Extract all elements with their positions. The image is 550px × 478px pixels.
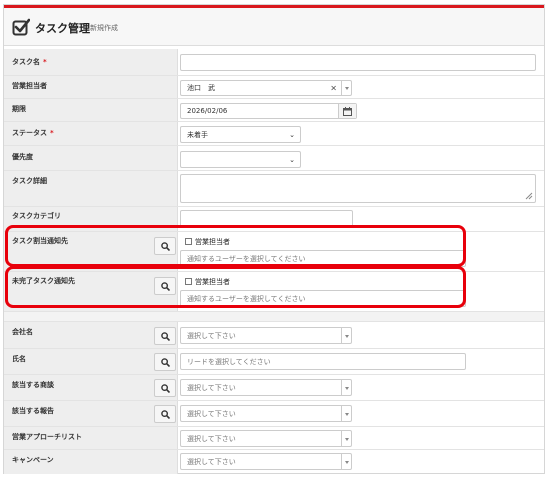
campaign-select[interactable]: 選択して下さい bbox=[180, 453, 352, 470]
page-header: タスク管理 新規作成 bbox=[4, 8, 544, 46]
company-label: 会社名 bbox=[12, 328, 33, 336]
required-mark: * bbox=[50, 129, 54, 137]
name-label: 氏名 bbox=[12, 355, 26, 363]
company-select[interactable]: 選択して下さい bbox=[180, 327, 352, 344]
row-deadline: 期限 2026/02/06 bbox=[4, 99, 544, 122]
report-label: 該当する報告 bbox=[12, 407, 54, 415]
row-company: 会社名 選択して下さい bbox=[4, 322, 544, 349]
page-subtitle: 新規作成 bbox=[90, 24, 118, 32]
task-detail-label: タスク詳細 bbox=[12, 177, 47, 185]
search-button[interactable] bbox=[154, 353, 176, 371]
highlight-box-incomplete-notify bbox=[5, 266, 466, 308]
dropdown-arrow-icon[interactable] bbox=[341, 431, 351, 446]
row-approach-list: 営業アプローチリスト 選択して下さい bbox=[4, 427, 544, 450]
page-title: タスク管理 bbox=[35, 22, 90, 35]
dropdown-arrow-icon[interactable] bbox=[341, 81, 351, 95]
priority-label: 優先度 bbox=[12, 153, 33, 161]
chevron-down-icon: ⌄ bbox=[289, 155, 295, 164]
task-detail-textarea[interactable] bbox=[180, 174, 536, 203]
calendar-button[interactable] bbox=[338, 104, 356, 118]
priority-select[interactable]: ⌄ bbox=[180, 151, 301, 168]
search-button[interactable] bbox=[154, 327, 176, 345]
task-name-input[interactable] bbox=[180, 54, 536, 71]
row-name: 氏名 リードを選択してください bbox=[4, 349, 544, 375]
clear-icon[interactable]: × bbox=[330, 84, 337, 93]
deadline-date-input[interactable]: 2026/02/06 bbox=[180, 103, 357, 119]
search-button[interactable] bbox=[154, 379, 176, 397]
status-label: ステータス bbox=[12, 129, 47, 137]
search-icon bbox=[161, 332, 170, 341]
approach-list-label: 営業アプローチリスト bbox=[12, 433, 82, 441]
checkbox-checked-icon bbox=[12, 18, 30, 36]
search-icon bbox=[161, 384, 170, 393]
dropdown-arrow-icon[interactable] bbox=[341, 380, 351, 395]
resize-handle-icon[interactable] bbox=[525, 192, 533, 200]
task-category-label: タスクカテゴリ bbox=[12, 212, 61, 220]
section-divider bbox=[4, 312, 544, 322]
calendar-icon bbox=[343, 107, 352, 116]
task-name-label: タスク名 bbox=[12, 58, 40, 66]
row-sales-rep: 営業担当者 池口 武 × bbox=[4, 76, 544, 99]
deadline-label: 期限 bbox=[12, 105, 26, 113]
approach-list-select[interactable]: 選択して下さい bbox=[180, 430, 352, 447]
row-report: 該当する報告 選択して下さい bbox=[4, 401, 544, 427]
row-status: ステータス * 未着手 ⌄ bbox=[4, 122, 544, 146]
dropdown-arrow-icon[interactable] bbox=[341, 406, 351, 421]
status-select[interactable]: 未着手 ⌄ bbox=[180, 126, 301, 143]
chevron-down-icon: ⌄ bbox=[289, 130, 295, 139]
row-task-name: タスク名 * bbox=[4, 49, 544, 76]
row-priority: 優先度 ⌄ bbox=[4, 146, 544, 171]
required-mark: * bbox=[43, 58, 47, 66]
dropdown-arrow-icon[interactable] bbox=[341, 454, 351, 469]
row-campaign: キャンペーン 選択して下さい bbox=[4, 450, 544, 474]
dropdown-arrow-icon[interactable] bbox=[341, 328, 351, 343]
lead-input[interactable]: リードを選択してください bbox=[180, 353, 466, 370]
row-task-detail: タスク詳細 bbox=[4, 171, 544, 207]
row-deal: 該当する商談 選択して下さい bbox=[4, 375, 544, 401]
sales-rep-select[interactable]: 池口 武 × bbox=[180, 80, 352, 96]
search-icon bbox=[161, 410, 170, 419]
highlight-box-task-assign-notify bbox=[5, 225, 466, 267]
report-select[interactable]: 選択して下さい bbox=[180, 405, 352, 422]
deal-label: 該当する商談 bbox=[12, 381, 54, 389]
search-button[interactable] bbox=[154, 405, 176, 423]
search-icon bbox=[161, 358, 170, 367]
campaign-label: キャンペーン bbox=[12, 456, 54, 464]
sales-rep-label: 営業担当者 bbox=[12, 82, 47, 90]
deal-select[interactable]: 選択して下さい bbox=[180, 379, 352, 396]
